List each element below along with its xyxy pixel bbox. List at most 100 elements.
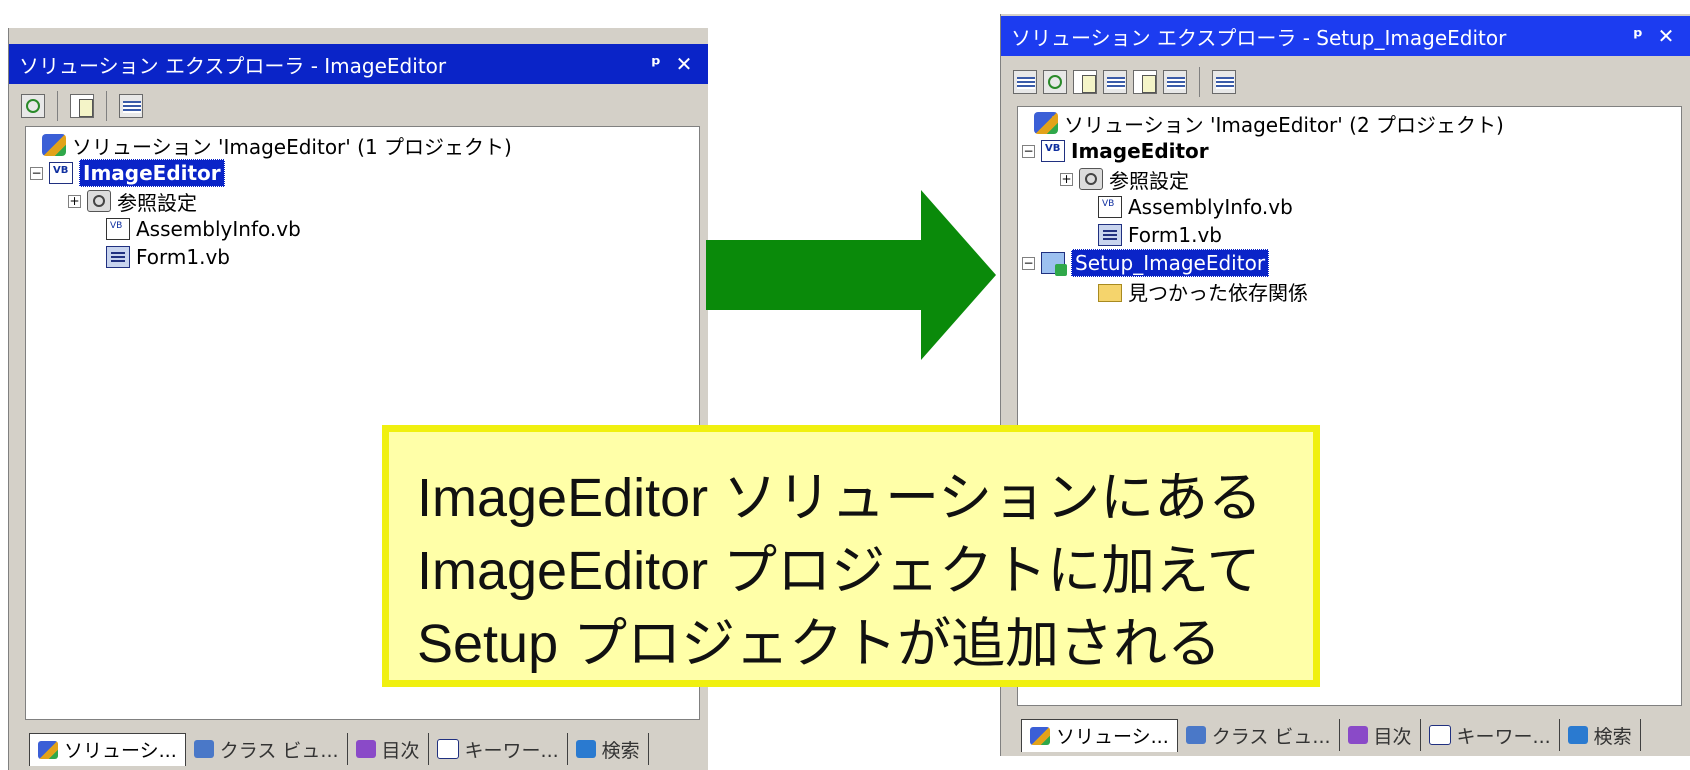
custom-actions-editor-icon[interactable] bbox=[1133, 70, 1157, 94]
tree-item-dependencies[interactable]: 見つかった依存関係 bbox=[1098, 277, 1308, 305]
form-icon bbox=[106, 246, 130, 268]
tab-label: クラス ビュ... bbox=[1211, 725, 1331, 748]
assemblyinfo-label: AssemblyInfo.vb bbox=[136, 217, 301, 241]
solution-icon bbox=[1034, 112, 1058, 134]
tree-item-solution[interactable]: ソリューション 'ImageEditor' (1 プロジェクト) bbox=[42, 131, 512, 159]
file-types-editor-icon[interactable] bbox=[1073, 70, 1097, 94]
callout-line-2: ImageEditor プロジェクトに加えて bbox=[417, 541, 1261, 601]
collapse-toggle[interactable]: − bbox=[1022, 144, 1035, 158]
tree-item-solution[interactable]: ソリューション 'ImageEditor' (2 プロジェクト) bbox=[1034, 109, 1504, 137]
setup-project-label: Setup_ImageEditor bbox=[1071, 249, 1270, 277]
properties-icon[interactable] bbox=[70, 94, 94, 118]
project-icon bbox=[49, 162, 73, 184]
class-view-icon bbox=[193, 740, 214, 758]
view-all-icon[interactable] bbox=[1212, 70, 1236, 94]
references-label: 参照設定 bbox=[117, 190, 197, 215]
form-icon bbox=[1098, 224, 1122, 246]
user-interface-editor-icon[interactable] bbox=[1103, 70, 1127, 94]
solution-label: ソリューション 'ImageEditor' (1 プロジェクト) bbox=[72, 134, 512, 159]
help-icon bbox=[1428, 725, 1451, 745]
tree-item-project[interactable]: − ImageEditor bbox=[1022, 137, 1209, 165]
form-label: Form1.vb bbox=[1128, 223, 1222, 247]
close-button[interactable]: ✕ bbox=[670, 52, 698, 76]
form-label: Form1.vb bbox=[136, 245, 230, 269]
tree-item-assemblyinfo[interactable]: AssemblyInfo.vb bbox=[1098, 193, 1293, 221]
solution-label: ソリューション 'ImageEditor' (2 プロジェクト) bbox=[1064, 112, 1504, 137]
tree-item-project[interactable]: − ImageEditor bbox=[30, 159, 225, 187]
toolbar-separator bbox=[57, 91, 58, 121]
tab-label: ソリューシ... bbox=[1056, 726, 1169, 748]
tab-label: 目次 bbox=[1373, 725, 1412, 748]
tab-solution-explorer[interactable]: ソリューシ... bbox=[1021, 718, 1178, 752]
tree-item-assemblyinfo[interactable]: AssemblyInfo.vb bbox=[106, 215, 301, 243]
collapse-toggle[interactable]: − bbox=[1022, 256, 1035, 270]
view-all-icon[interactable] bbox=[119, 94, 143, 118]
collapse-toggle[interactable]: − bbox=[30, 166, 43, 180]
tree-item-references[interactable]: + 参照設定 bbox=[68, 187, 197, 215]
project-icon bbox=[1041, 140, 1065, 162]
tab-label: 検索 bbox=[1593, 725, 1632, 748]
registry-editor-icon[interactable] bbox=[1043, 70, 1067, 94]
pin-button[interactable]: ᵖ bbox=[642, 52, 670, 76]
refresh-icon[interactable] bbox=[21, 94, 45, 118]
bottom-tab-bar: ソリューシ... クラス ビュ... 目次 キーワー... 検索 bbox=[29, 728, 708, 770]
project-label: ImageEditor bbox=[1071, 139, 1209, 163]
tab-solution-explorer[interactable]: ソリューシ... bbox=[29, 732, 186, 766]
tab-keyword[interactable]: キーワー... bbox=[429, 733, 568, 765]
bottom-tab-bar: ソリューシ... クラス ビュ... 目次 キーワー... 検索 bbox=[1021, 714, 1690, 756]
callout-line-1: ImageEditor ソリューションにある bbox=[417, 468, 1263, 528]
references-label: 参照設定 bbox=[1109, 168, 1189, 193]
file-icon bbox=[1098, 196, 1122, 218]
close-button[interactable]: ✕ bbox=[1652, 24, 1680, 48]
tab-label: キーワー... bbox=[1456, 725, 1551, 748]
tab-label: 検索 bbox=[601, 739, 640, 762]
tree-item-form[interactable]: Form1.vb bbox=[1098, 221, 1222, 249]
title-bar: ソリューション エクスプローラ - Setup_ImageEditor ᵖ ✕ bbox=[1001, 16, 1690, 56]
file-system-editor-icon[interactable] bbox=[1013, 70, 1037, 94]
tree-item-form[interactable]: Form1.vb bbox=[106, 243, 230, 271]
help-icon bbox=[436, 739, 459, 759]
solution-icon bbox=[1030, 726, 1050, 745]
expand-toggle[interactable]: + bbox=[68, 194, 81, 208]
references-icon bbox=[87, 190, 111, 212]
search-icon bbox=[1567, 726, 1588, 744]
dependencies-label: 見つかった依存関係 bbox=[1128, 280, 1308, 305]
tab-search[interactable]: 検索 bbox=[1560, 719, 1641, 751]
solution-icon bbox=[42, 134, 66, 156]
window-title: ソリューション エクスプローラ - ImageEditor bbox=[19, 53, 447, 78]
toolbar-separator bbox=[1199, 67, 1200, 97]
tab-keyword[interactable]: キーワー... bbox=[1421, 719, 1560, 751]
project-label: ImageEditor bbox=[79, 159, 225, 187]
pin-button[interactable]: ᵖ bbox=[1624, 24, 1652, 48]
callout-line-3: Setup プロジェクトが追加される bbox=[417, 614, 1222, 674]
tab-search[interactable]: 検索 bbox=[568, 733, 649, 765]
window-title: ソリューション エクスプローラ - Setup_ImageEditor bbox=[1011, 25, 1507, 50]
tab-contents[interactable]: 目次 bbox=[348, 733, 429, 765]
right-arrow-icon bbox=[706, 190, 996, 360]
search-icon bbox=[575, 740, 596, 758]
setup-project-icon bbox=[1041, 252, 1067, 276]
expand-toggle[interactable]: + bbox=[1060, 172, 1073, 186]
folder-icon bbox=[1098, 283, 1122, 302]
tab-label: ソリューシ... bbox=[64, 740, 177, 762]
tree-item-references[interactable]: + 参照設定 bbox=[1060, 165, 1189, 193]
title-bar: ソリューション エクスプローラ - ImageEditor ᵖ ✕ bbox=[9, 44, 708, 84]
launch-conditions-editor-icon[interactable] bbox=[1163, 70, 1187, 94]
tab-class-view[interactable]: クラス ビュ... bbox=[1178, 719, 1340, 751]
assemblyinfo-label: AssemblyInfo.vb bbox=[1128, 195, 1293, 219]
toolbar bbox=[1001, 60, 1690, 104]
tab-label: 目次 bbox=[381, 739, 420, 762]
tab-label: キーワー... bbox=[464, 739, 559, 762]
tree-item-setup-project[interactable]: − Setup_ImageEditor bbox=[1022, 249, 1270, 277]
solution-icon bbox=[38, 740, 58, 759]
toolbar bbox=[9, 86, 708, 126]
references-icon bbox=[1079, 168, 1103, 190]
toolbar-separator bbox=[106, 91, 107, 121]
class-view-icon bbox=[1185, 726, 1206, 744]
tab-contents[interactable]: 目次 bbox=[1340, 719, 1421, 751]
contents-icon bbox=[355, 740, 376, 758]
tab-label: クラス ビュ... bbox=[219, 739, 339, 762]
file-icon bbox=[106, 218, 130, 240]
tab-class-view[interactable]: クラス ビュ... bbox=[186, 733, 348, 765]
contents-icon bbox=[1347, 726, 1368, 744]
